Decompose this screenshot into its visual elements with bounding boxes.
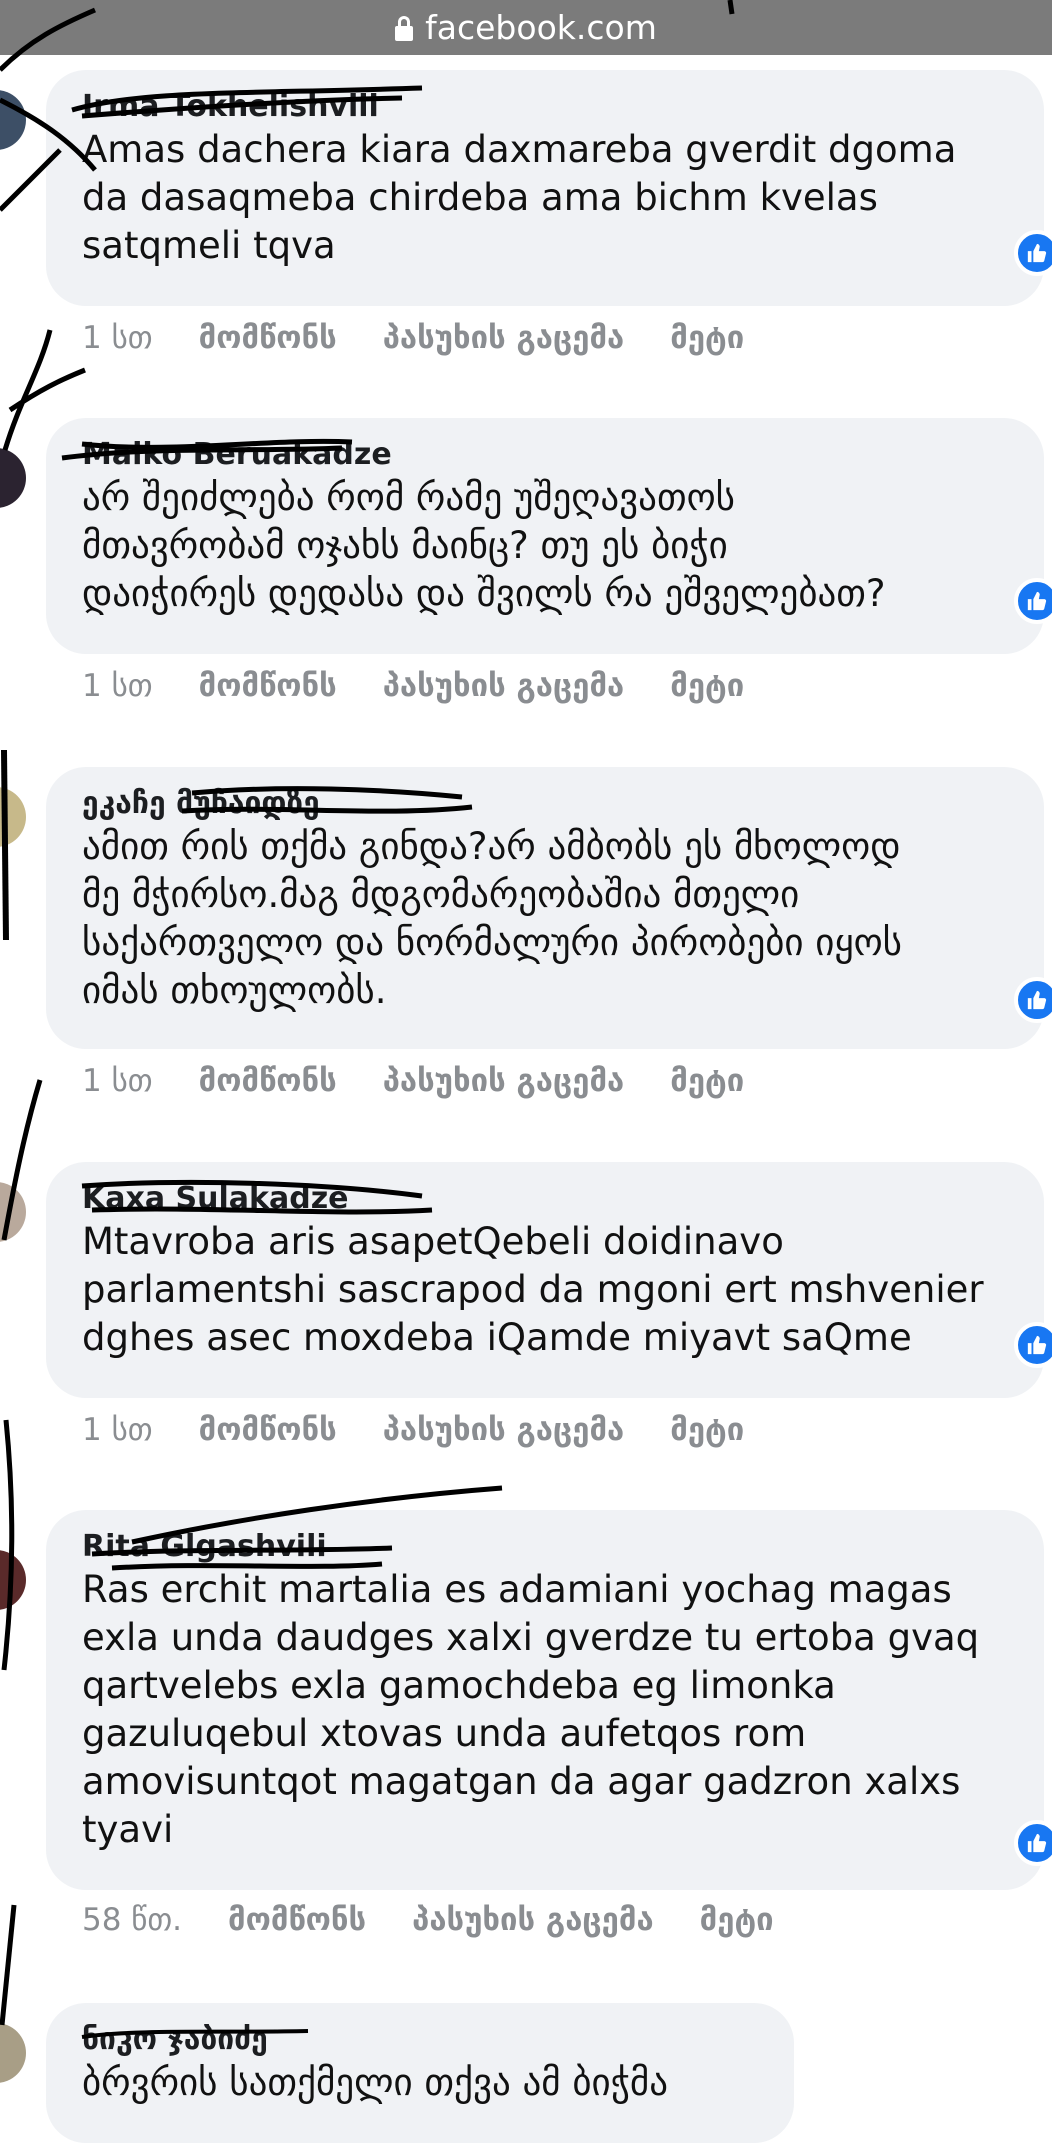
like-reaction-badge[interactable] [1014,1820,1052,1866]
more-button[interactable]: მეტი [670,1063,744,1099]
comment-timestamp[interactable]: 1 სთ [82,668,153,704]
reply-button[interactable]: პასუხის გაცემა [383,320,625,356]
thumbs-up-icon [1027,1833,1047,1853]
like-button[interactable]: მომწონს [199,320,337,356]
like-button[interactable]: მომწონს [199,1063,337,1099]
comment-text: ამით რის თქმა გინდა?არ ამბობს ეს მხოლოდ … [82,825,903,1012]
comment-actions: 1 სთ მომწონს პასუხის გაცემა მეტი [82,1063,744,1099]
avatar[interactable] [0,787,26,847]
comment-author[interactable]: Kaxa Sulakadze [81,1179,1010,1218]
thumbs-up-icon [1027,243,1047,263]
comment-actions: 58 წთ. მომწონს პასუხის გაცემა მეტი [82,1902,774,1938]
comment-timestamp[interactable]: 1 სთ [82,1412,153,1448]
comment-text: Mtavroba aris asapetQebeli doidinavo par… [82,1220,984,1359]
comment-bubble[interactable]: Kaxa Sulakadze Mtavroba aris asapetQebel… [46,1162,1052,1398]
comment-text: ბრვრის სათქმელი თქვა ამ ბიჭმა [82,2061,669,2104]
comment-timestamp[interactable]: 1 სთ [82,1063,153,1099]
more-button[interactable]: მეტი [670,668,744,704]
url-text: facebook.com [425,8,657,47]
like-reaction-badge[interactable] [1014,977,1052,1023]
browser-url-bar[interactable]: facebook.com [0,0,1052,55]
avatar[interactable] [0,1182,26,1242]
more-button[interactable]: მეტი [670,1412,744,1448]
comment-bubble[interactable]: Maiko Beruakadze არ შეიძლება რომ რამე უშ… [46,418,1052,654]
comment-text: არ შეიძლება რომ რამე უშეღავათოს მთავრობა… [82,476,886,615]
comment-author[interactable]: Rita Glgashvili [82,1485,1010,1571]
comment-author[interactable]: ეკაჩე მუჩაიდზე [82,785,1010,823]
like-button[interactable]: მომწონს [199,1412,337,1448]
avatar[interactable] [0,90,26,150]
more-button[interactable]: მეტი [670,320,744,356]
comment-author[interactable]: Irma Tokhelishvili [71,85,1010,126]
comment-bubble[interactable]: Irma Tokhelishvili Amas dachera kiara da… [46,70,1052,306]
comment-actions: 1 სთ მომწონს პასუხის გაცემა მეტი [82,668,744,704]
like-button[interactable]: მომწონს [199,668,337,704]
reply-button[interactable]: პასუხის გაცემა [412,1902,654,1938]
avatar[interactable] [0,1550,26,1610]
comment-timestamp[interactable]: 1 სთ [82,320,153,356]
comment-actions: 1 სთ მომწონს პასუხის გაცემა მეტი [82,320,744,356]
like-reaction-badge[interactable] [1014,230,1052,276]
avatar[interactable] [0,448,26,508]
comment-author[interactable]: Maiko Beruakadze [61,436,1010,474]
avatar[interactable] [0,2023,26,2083]
like-reaction-badge[interactable] [1014,578,1052,624]
reply-button[interactable]: პასუხის გაცემა [383,668,625,704]
like-button[interactable]: მომწონს [228,1902,366,1938]
comment-text: Ras erchit martalia es adamiani yochag m… [82,1568,980,1851]
reply-button[interactable]: პასუხის გაცემა [383,1412,625,1448]
like-reaction-badge[interactable] [1014,1322,1052,1368]
comment-bubble[interactable]: Rita Glgashvili Ras erchit martalia es a… [46,1485,1052,1890]
pen-scribble-left [0,1904,17,2026]
comment-bubble[interactable]: ეკაჩე მუჩაიდზე ამით რის თქმა გინდა?არ ამ… [46,767,1052,1049]
comment-bubble[interactable]: ნიკო ჯაბიძე ბრვრის სათქმელი თქვა ამ ბიჭმ… [46,2003,794,2143]
comment-timestamp[interactable]: 58 წთ. [82,1902,182,1938]
comment-text: Amas dachera kiara daxmareba gverdit dgo… [82,128,957,267]
thumbs-up-icon [1027,1335,1047,1355]
comment-actions: 1 სთ მომწონს პასუხის გაცემა მეტი [82,1412,744,1448]
thumbs-up-icon [1027,990,1047,1010]
comment-author[interactable]: ნიკო ჯაბიძე [81,2021,760,2059]
reply-button[interactable]: პასუხის გაცემა [383,1063,625,1099]
more-button[interactable]: მეტი [700,1902,774,1938]
pen-scribble-left [1,749,9,941]
lock-icon [395,15,414,42]
thumbs-up-icon [1027,591,1047,611]
url-container: facebook.com [395,8,657,47]
